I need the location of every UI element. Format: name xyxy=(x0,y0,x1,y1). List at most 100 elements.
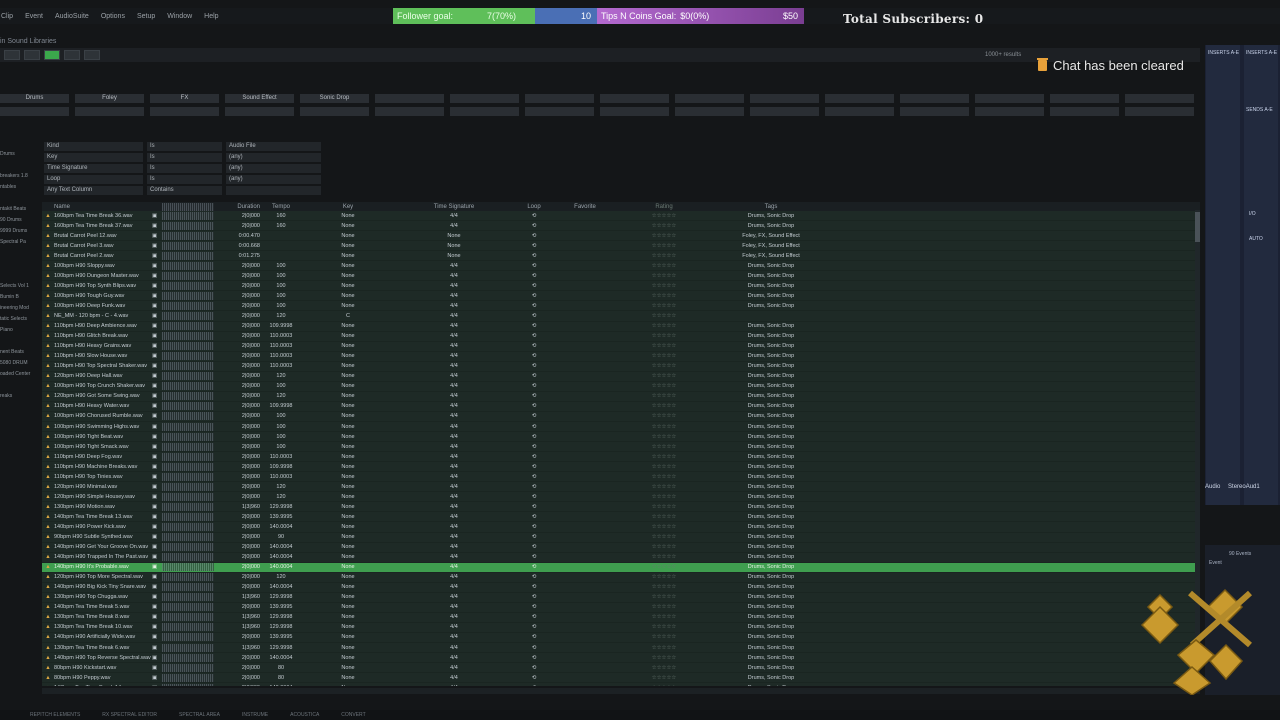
menu-item-event[interactable]: Event xyxy=(24,13,44,20)
category-button[interactable] xyxy=(825,107,894,116)
loop-icon[interactable]: ⟲ xyxy=(510,614,558,620)
table-row[interactable]: ▲ 110bpm H90 Heavy Grains.wav ▣ 2|0|000 110.… xyxy=(42,342,1200,352)
filter-operator[interactable]: Contains xyxy=(147,186,222,195)
loop-icon[interactable]: ⟲ xyxy=(510,584,558,590)
table-row[interactable]: ▲ 110bpm H90 Top Spectral Shaker.wav ▣ 2|0|… xyxy=(42,362,1200,372)
rating-stars[interactable]: ☆☆☆☆☆ xyxy=(612,303,716,309)
menu-item-clip[interactable]: Clip xyxy=(0,13,14,20)
loop-icon[interactable]: ⟲ xyxy=(510,474,558,480)
table-row[interactable]: ▲ 130bpm Tea Time Break 6.wav ▣ 1|3|960 129.… xyxy=(42,643,1200,654)
column-header[interactable]: Favorite xyxy=(558,204,612,210)
table-row[interactable]: ▲ 130bpm Tea Time Break 10.wav ▣ 1|3|960 129… xyxy=(42,623,1200,633)
loop-icon[interactable]: ⟲ xyxy=(510,303,558,309)
category-button[interactable] xyxy=(825,94,894,103)
preview-icon[interactable]: ▣ xyxy=(152,223,162,229)
loop-icon[interactable]: ⟲ xyxy=(510,634,558,640)
loop-icon[interactable]: ⟲ xyxy=(510,213,558,219)
location-item[interactable] xyxy=(0,382,40,393)
table-row[interactable]: ▲ 110bpm H90 Heavy Water.wav ▣ 2|0|000 109.9… xyxy=(42,402,1200,412)
loop-icon[interactable]: ⟲ xyxy=(510,494,558,500)
loop-icon[interactable]: ⟲ xyxy=(510,604,558,610)
loop-icon[interactable]: ⟲ xyxy=(510,594,558,600)
loop-icon[interactable]: ⟲ xyxy=(510,504,558,510)
table-row[interactable]: ▲ 80bpm H90 Kickstart.wav ▣ 2|0|000 80 None 4/… xyxy=(42,663,1200,674)
rating-stars[interactable]: ☆☆☆☆☆ xyxy=(612,253,716,259)
preview-icon[interactable]: ▣ xyxy=(152,685,162,686)
loop-icon[interactable]: ⟲ xyxy=(510,313,558,319)
rating-stars[interactable]: ☆☆☆☆☆ xyxy=(612,554,716,560)
rating-stars[interactable]: ☆☆☆☆☆ xyxy=(612,645,716,651)
category-button[interactable] xyxy=(525,94,594,103)
table-row[interactable]: ▲ 100bpm H90 Dungeon Master.wav ▣ 2|0|000 10… xyxy=(42,271,1200,282)
loop-icon[interactable]: ⟲ xyxy=(510,424,558,430)
table-row[interactable]: ▲ 100bpm H90 Sloppy.wav ▣ 2|0|000 100 None 4/4… xyxy=(42,261,1200,272)
preview-icon[interactable]: ▣ xyxy=(152,363,162,369)
category-button[interactable] xyxy=(900,94,969,103)
location-item[interactable] xyxy=(0,272,40,283)
rating-stars[interactable]: ☆☆☆☆☆ xyxy=(612,373,716,379)
loop-icon[interactable]: ⟲ xyxy=(510,484,558,490)
rating-stars[interactable]: ☆☆☆☆☆ xyxy=(612,454,716,460)
loop-icon[interactable]: ⟲ xyxy=(510,655,558,661)
rating-stars[interactable]: ☆☆☆☆☆ xyxy=(612,444,716,450)
preview-icon[interactable]: ▣ xyxy=(152,383,162,389)
preview-icon[interactable]: ▣ xyxy=(152,464,162,470)
column-header[interactable]: Key xyxy=(298,204,398,210)
rating-stars[interactable]: ☆☆☆☆☆ xyxy=(612,675,716,681)
rating-stars[interactable]: ☆☆☆☆☆ xyxy=(612,333,716,339)
rating-stars[interactable]: ☆☆☆☆☆ xyxy=(612,634,716,640)
category-button[interactable] xyxy=(450,107,519,116)
menu-item-options[interactable]: Options xyxy=(100,13,126,20)
rating-stars[interactable]: ☆☆☆☆☆ xyxy=(612,273,716,279)
table-row[interactable]: ▲ 110bpm H90 Glitch Break.wav ▣ 2|0|000 110.… xyxy=(42,332,1200,342)
preview-icon[interactable]: ▣ xyxy=(152,645,162,651)
preview-icon[interactable]: ▣ xyxy=(152,574,162,580)
loop-icon[interactable]: ⟲ xyxy=(510,363,558,369)
loop-icon[interactable]: ⟲ xyxy=(510,685,558,686)
rating-stars[interactable]: ☆☆☆☆☆ xyxy=(612,604,716,610)
rating-stars[interactable]: ☆☆☆☆☆ xyxy=(612,474,716,480)
preview-icon[interactable]: ▣ xyxy=(152,604,162,610)
loop-icon[interactable]: ⟲ xyxy=(510,524,558,530)
toolbar-button[interactable] xyxy=(84,50,100,60)
rating-stars[interactable]: ☆☆☆☆☆ xyxy=(612,494,716,500)
rating-stars[interactable]: ☆☆☆☆☆ xyxy=(612,685,716,686)
table-row[interactable]: ▲ 100bpm H90 Chorused Rumble.wav ▣ 2|0|000 1… xyxy=(42,412,1200,422)
table-row[interactable]: ▲ 100bpm H90 Deep Funk.wav ▣ 2|0|000 100 None… xyxy=(42,301,1200,312)
location-item[interactable] xyxy=(0,261,40,272)
preview-icon[interactable]: ▣ xyxy=(152,584,162,590)
location-item[interactable] xyxy=(0,338,40,349)
loop-icon[interactable]: ⟲ xyxy=(510,373,558,379)
rating-stars[interactable]: ☆☆☆☆☆ xyxy=(612,313,716,319)
table-row[interactable]: ▲ 130bpm H90 Motion.wav ▣ 1|3|960 129.9998 No… xyxy=(42,502,1200,513)
menu-item-audiosuite[interactable]: AudioSuite xyxy=(54,13,90,20)
rating-stars[interactable]: ☆☆☆☆☆ xyxy=(612,223,716,229)
loop-icon[interactable]: ⟲ xyxy=(510,665,558,671)
loop-icon[interactable]: ⟲ xyxy=(510,353,558,359)
loop-icon[interactable]: ⟲ xyxy=(510,263,558,269)
bottom-tab[interactable]: INSTRUME xyxy=(242,712,268,718)
location-item[interactable]: ntakit Beats xyxy=(0,206,40,217)
category-button[interactable] xyxy=(675,107,744,116)
rating-stars[interactable]: ☆☆☆☆☆ xyxy=(612,655,716,661)
preview-icon[interactable]: ▣ xyxy=(152,554,162,560)
rating-stars[interactable]: ☆☆☆☆☆ xyxy=(612,383,716,389)
category-button[interactable] xyxy=(300,107,369,116)
loop-icon[interactable]: ⟲ xyxy=(510,534,558,540)
filter-operator[interactable]: Is xyxy=(147,175,222,184)
category-button[interactable] xyxy=(975,107,1044,116)
location-item[interactable] xyxy=(0,162,40,173)
table-row[interactable]: ▲ 120bpm H90 Minimal.wav ▣ 2|0|000 120 None 4/… xyxy=(42,482,1200,493)
location-item[interactable]: breakers 1.8 xyxy=(0,173,40,184)
rating-stars[interactable]: ☆☆☆☆☆ xyxy=(612,323,716,329)
location-item[interactable] xyxy=(0,140,40,151)
rating-stars[interactable]: ☆☆☆☆☆ xyxy=(612,363,716,369)
category-button[interactable] xyxy=(600,107,669,116)
menu-item-window[interactable]: Window xyxy=(166,13,193,20)
filter-value[interactable]: (any) xyxy=(226,175,321,184)
category-button[interactable] xyxy=(375,107,444,116)
category-button[interactable] xyxy=(1050,94,1119,103)
loop-icon[interactable]: ⟲ xyxy=(510,454,558,460)
table-row[interactable]: ▲ 140bpm Tea Time Break 5.wav ▣ 2|0|000 139.… xyxy=(42,603,1200,613)
preview-icon[interactable]: ▣ xyxy=(152,514,162,520)
